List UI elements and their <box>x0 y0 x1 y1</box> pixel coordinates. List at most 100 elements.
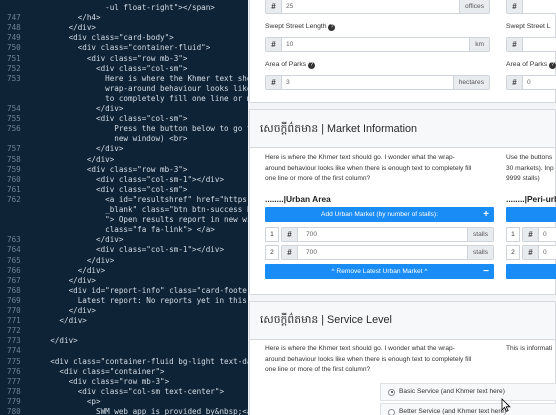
code-text: _blank" class="btn btn-success btn <box>32 205 248 214</box>
code-line: 762 <a id="resultshref" href="https:// <box>0 195 248 205</box>
code-text: </div> <box>32 144 124 154</box>
line-number: 775 <box>7 356 21 366</box>
parks-input-right-field[interactable]: 0 <box>523 76 556 89</box>
line-number: 766 <box>7 265 21 275</box>
line-number: 773 <box>7 336 21 346</box>
line-number: 760 <box>7 174 21 184</box>
code-line: 769 Latest report: No reports yet in thi… <box>0 296 248 306</box>
code-editor[interactable]: -ul float-right"></span> 747 </h4> 748 </d… <box>0 0 248 415</box>
service-option-label: Better Service (and Khmer text here) <box>399 408 507 415</box>
code-line: 764 <div class="col-sm-1"></div> <box>0 245 248 255</box>
code-line: 758 </div> <box>0 155 248 165</box>
line-number: 778 <box>7 386 21 396</box>
hash-prefix: # <box>507 38 523 51</box>
code-text: class="fa fa-link"> </a> <box>32 225 215 235</box>
code-line: to completely fill one line or m <box>0 94 248 104</box>
swept-label: Swept Street Length ? <box>265 23 336 31</box>
text-line: Here is where the Khmer text should go. … <box>265 345 455 352</box>
add-urban-market-button[interactable]: Add Urban Market (by number of stalls): … <box>265 207 494 222</box>
code-text: </div> <box>32 306 97 315</box>
code-text: </div> <box>32 255 115 265</box>
line-number: 769 <box>7 295 21 305</box>
line-number: 749 <box>7 33 21 43</box>
hash-prefix: # <box>266 0 282 13</box>
swept-label-right: Swept Street L <box>506 23 551 30</box>
service-description-right: This is informati <box>506 344 552 355</box>
code-line: 775 <div class="container-fluid bg-light… <box>0 357 248 367</box>
code-line: 774 <box>0 346 248 356</box>
line-number: 754 <box>7 104 21 113</box>
service-option-better[interactable]: Better Service (and Khmer text here) <box>380 403 556 415</box>
stalls-input[interactable]: 700 <box>298 246 467 259</box>
add-periurban-market-button[interactable] <box>506 207 556 222</box>
code-line: 772 <box>0 326 248 336</box>
code-text: </div> <box>32 275 97 285</box>
text-line: Use the buttons <box>506 154 553 161</box>
web-page: # 25 offices # Swept Street Length ? Swe… <box>248 0 556 415</box>
code-text: SWM web app is provided by&nbsp;<a <box>32 407 248 415</box>
stalls-unit: stalls <box>466 228 493 241</box>
code-text: wrap-around behaviour looks like <box>32 83 248 93</box>
code-line: 753 Here is where the Khmer text sho <box>0 74 248 84</box>
hash-prefix: # <box>282 246 298 259</box>
code-line: 779 <p> <box>0 397 248 407</box>
line-number: 748 <box>7 23 21 33</box>
offices-input-right: # <box>506 0 556 14</box>
help-icon[interactable]: ? <box>549 62 556 69</box>
code-line: 778 <div class="col-sm text-center"> <box>0 387 248 397</box>
code-text: <div class="col-sm-1"></div> <box>32 245 225 255</box>
parks-input-group: # 3 hectares <box>265 75 490 90</box>
help-icon[interactable]: ? <box>328 24 336 31</box>
help-icon[interactable]: ? <box>308 62 316 69</box>
code-line: 754 </div> <box>0 104 248 114</box>
periurban-heading: ........|Peri-urb <box>506 194 556 204</box>
remove-periurban-market-button[interactable] <box>506 264 556 279</box>
code-text: <div class="col-sm-1"></div> <box>32 174 225 184</box>
minus-icon: − <box>483 266 489 277</box>
code-line: 751 <div class="row mb-3"> <box>0 54 248 64</box>
text-line: This is informati <box>506 345 553 352</box>
line-number: 751 <box>7 53 21 63</box>
code-text: -ul float-right"></span> <box>32 3 215 12</box>
offices-input-right-field[interactable] <box>523 0 556 13</box>
stalls-input-right[interactable]: 0 <box>539 246 556 259</box>
add-button-label: Add Urban Market (by number of stalls): <box>321 211 438 218</box>
hash-prefix: # <box>282 228 298 241</box>
code-text: <div class="col-sm"> <box>32 63 188 73</box>
market-card-header: សេចក្តីព៌តមាន | Market Information <box>250 110 555 148</box>
radio-button-selected[interactable] <box>388 388 395 396</box>
swept-input[interactable]: 10 <box>282 38 469 51</box>
code-line: 765 </div> <box>0 256 248 266</box>
stalls-input[interactable]: 700 <box>298 228 467 241</box>
service-option-basic[interactable]: Basic Service (and Khmer text here) <box>380 383 556 401</box>
hash-prefix: # <box>523 228 539 241</box>
code-line: 767 </div> <box>0 276 248 286</box>
remove-urban-market-button[interactable]: ^ Remove Latest Urban Market ^ − <box>265 264 494 279</box>
hash-prefix: # <box>266 38 282 51</box>
line-number: 777 <box>7 376 21 386</box>
line-number: 758 <box>7 154 21 164</box>
line-number: 768 <box>7 285 21 295</box>
line-number: 763 <box>7 235 21 245</box>
service-description: Here is where the Khmer text should go. … <box>265 344 471 376</box>
text-line: 30 markets). Inp <box>506 164 554 172</box>
market-description-right: Use the buttons 30 markets). Inp 9999 st… <box>506 153 554 185</box>
offices-input[interactable]: 25 <box>282 0 459 13</box>
stalls-input-right[interactable]: 0 <box>539 228 556 241</box>
line-number: 747 <box>7 13 21 23</box>
code-text: <div class="container-fluid bg-light tex… <box>32 356 248 366</box>
swept-input-right-field[interactable] <box>523 38 556 51</box>
code-text: <div class="container"> <box>32 366 165 376</box>
parks-unit: hectares <box>452 76 489 89</box>
parks-input[interactable]: 3 <box>282 76 453 89</box>
code-text: <p> <box>32 396 101 406</box>
market-row-input-right: # 0 <box>522 245 556 260</box>
text-line: one line or more of the first column? <box>265 366 371 373</box>
line-number: 756 <box>7 124 21 134</box>
radio-button[interactable] <box>388 408 395 415</box>
code-line: class="fa fa-link"> </a> <box>0 225 248 235</box>
code-line: 748 </div> <box>0 23 248 33</box>
code-text: <div class="row mb-3"> <box>32 53 188 63</box>
service-option-label: Basic Service (and Khmer text here) <box>399 388 505 395</box>
code-text: </div> <box>32 104 124 113</box>
